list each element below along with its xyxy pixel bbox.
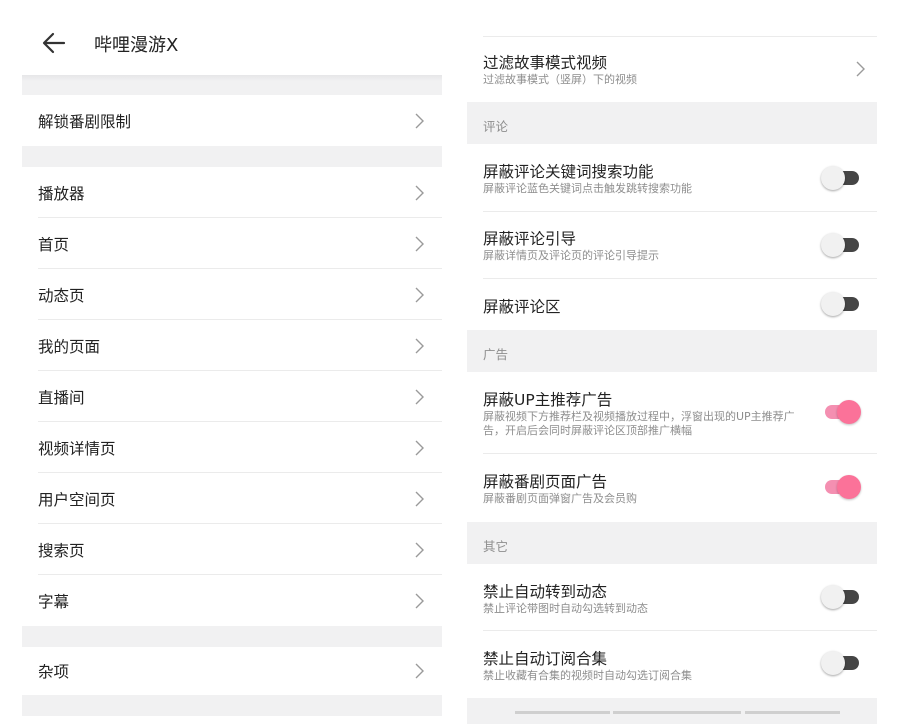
page-title: 哔哩漫游X <box>94 35 179 56</box>
toggle-switch[interactable] <box>821 233 861 257</box>
menu-item-label: 首页 <box>38 235 70 254</box>
setting-subtitle: 屏蔽视频下方推荐栏及视频播放过程中，浮窗出现的UP主推荐广告，开启后会同时屏蔽评… <box>483 410 795 437</box>
menu-item-label: 用户空间页 <box>38 490 116 509</box>
menu-item-label: 搜索页 <box>38 541 85 560</box>
menu-item-label: 视频详情页 <box>38 439 116 458</box>
setting-no-auto-subscribe-collection[interactable]: 禁止自动订阅合集 禁止收藏有合集的视频时自动勾选订阅合集 <box>467 631 877 698</box>
scroll-indicator <box>613 711 741 714</box>
section-header-comments: 评论 <box>467 102 877 144</box>
setting-subtitle: 禁止评论带图时自动勾选转到动态 <box>483 602 648 615</box>
menu-item-misc[interactable]: 杂项 <box>22 647 442 695</box>
toggle-switch[interactable] <box>821 585 861 609</box>
menu-item-dynamic[interactable]: 动态页 <box>22 269 442 320</box>
menu-item-player[interactable]: 播放器 <box>22 167 442 218</box>
menu-item-live[interactable]: 直播间 <box>22 371 442 422</box>
section-header-label: 广告 <box>483 347 509 362</box>
setting-subtitle: 禁止收藏有合集的视频时自动勾选订阅合集 <box>483 669 692 682</box>
comment-ad-settings-panel: 过滤故事模式视频 过滤故事模式（竖屏）下的视频 评论 屏蔽评论关键词搜索功能 屏… <box>467 0 877 724</box>
chevron-right-icon <box>415 338 424 353</box>
menu-item-video-detail[interactable]: 视频详情页 <box>22 422 442 473</box>
menu-item-label: 播放器 <box>38 184 85 203</box>
chevron-right-icon <box>415 389 424 404</box>
section-header-other: 其它 <box>467 522 877 564</box>
menu-item-label: 杂项 <box>38 663 70 681</box>
scroll-indicator <box>515 711 610 714</box>
chevron-right-icon <box>415 593 424 608</box>
chevron-right-icon <box>415 113 424 128</box>
menu-item-mine[interactable]: 我的页面 <box>22 320 442 371</box>
settings-menu-panel: 哔哩漫游X 解锁番剧限制 播放器 首页 动态页 我的页面 直播间 视频详情页 用… <box>22 0 442 724</box>
menu-item-label: 动态页 <box>38 286 85 305</box>
menu-item-label: 字幕 <box>38 592 70 611</box>
menu-item-search[interactable]: 搜索页 <box>22 524 442 575</box>
group-divider <box>22 695 442 716</box>
setting-subtitle: 屏蔽番剧页面弹窗广告及会员购 <box>483 492 637 505</box>
chevron-right-icon <box>415 185 424 200</box>
toggle-switch[interactable] <box>821 400 861 424</box>
chevron-right-icon <box>856 61 865 77</box>
setting-title: 屏蔽评论区 <box>483 298 561 316</box>
setting-subtitle: 屏蔽评论蓝色关键词点击触发跳转搜索功能 <box>483 182 692 195</box>
section-header-label: 评论 <box>483 119 509 134</box>
menu-item-label: 直播间 <box>38 388 85 407</box>
setting-no-auto-forward-dynamic[interactable]: 禁止自动转到动态 禁止评论带图时自动勾选转到动态 <box>467 564 877 631</box>
group-divider <box>22 146 442 167</box>
toolbar: 哔哩漫游X <box>22 0 442 75</box>
setting-block-bangumi-ads[interactable]: 屏蔽番剧页面广告 屏蔽番剧页面弹窗广告及会员购 <box>467 454 877 522</box>
setting-title: 屏蔽评论关键词搜索功能 <box>483 163 654 181</box>
arrow-left-icon[interactable] <box>40 30 68 56</box>
menu-item-label: 解锁番剧限制 <box>38 112 132 131</box>
menu-item-label: 我的页面 <box>38 337 101 356</box>
setting-subtitle: 过滤故事模式（竖屏）下的视频 <box>483 73 637 86</box>
menu-item-user-space[interactable]: 用户空间页 <box>22 473 442 524</box>
scroll-indicator <box>745 711 840 714</box>
chevron-right-icon <box>415 236 424 251</box>
section-header-label: 其它 <box>483 539 509 554</box>
setting-title: 屏蔽评论引导 <box>483 230 577 248</box>
chevron-right-icon <box>415 663 424 679</box>
toggle-switch[interactable] <box>821 475 861 499</box>
setting-block-up-promo-ads[interactable]: 屏蔽UP主推荐广告 屏蔽视频下方推荐栏及视频播放过程中，浮窗出现的UP主推荐广告… <box>467 372 877 454</box>
chevron-right-icon <box>415 542 424 557</box>
setting-title: 屏蔽UP主推荐广告 <box>483 391 613 409</box>
toggle-switch[interactable] <box>821 651 861 675</box>
group-divider <box>22 75 442 95</box>
chevron-right-icon <box>415 287 424 302</box>
setting-block-comment-keyword-search[interactable]: 屏蔽评论关键词搜索功能 屏蔽评论蓝色关键词点击触发跳转搜索功能 <box>467 144 877 212</box>
group-divider <box>22 626 442 647</box>
setting-subtitle: 屏蔽详情页及评论页的评论引导提示 <box>483 249 659 262</box>
setting-block-comment-section[interactable]: 屏蔽评论区 <box>467 279 877 330</box>
chevron-right-icon <box>415 491 424 506</box>
toggle-switch[interactable] <box>821 166 861 190</box>
toggle-switch[interactable] <box>821 292 861 316</box>
menu-item-unlock-bangumi[interactable]: 解锁番剧限制 <box>22 95 442 146</box>
setting-title: 屏蔽番剧页面广告 <box>483 473 608 491</box>
setting-title: 过滤故事模式视频 <box>483 54 608 72</box>
setting-filter-story-mode[interactable]: 过滤故事模式视频 过滤故事模式（竖屏）下的视频 <box>467 37 877 102</box>
chevron-right-icon <box>415 440 424 455</box>
menu-item-home[interactable]: 首页 <box>22 218 442 269</box>
setting-title: 禁止自动订阅合集 <box>483 650 608 668</box>
section-header-ads: 广告 <box>467 330 877 372</box>
setting-title: 禁止自动转到动态 <box>483 583 608 601</box>
setting-block-comment-guide[interactable]: 屏蔽评论引导 屏蔽详情页及评论页的评论引导提示 <box>467 212 877 279</box>
menu-item-subtitle[interactable]: 字幕 <box>22 575 442 626</box>
